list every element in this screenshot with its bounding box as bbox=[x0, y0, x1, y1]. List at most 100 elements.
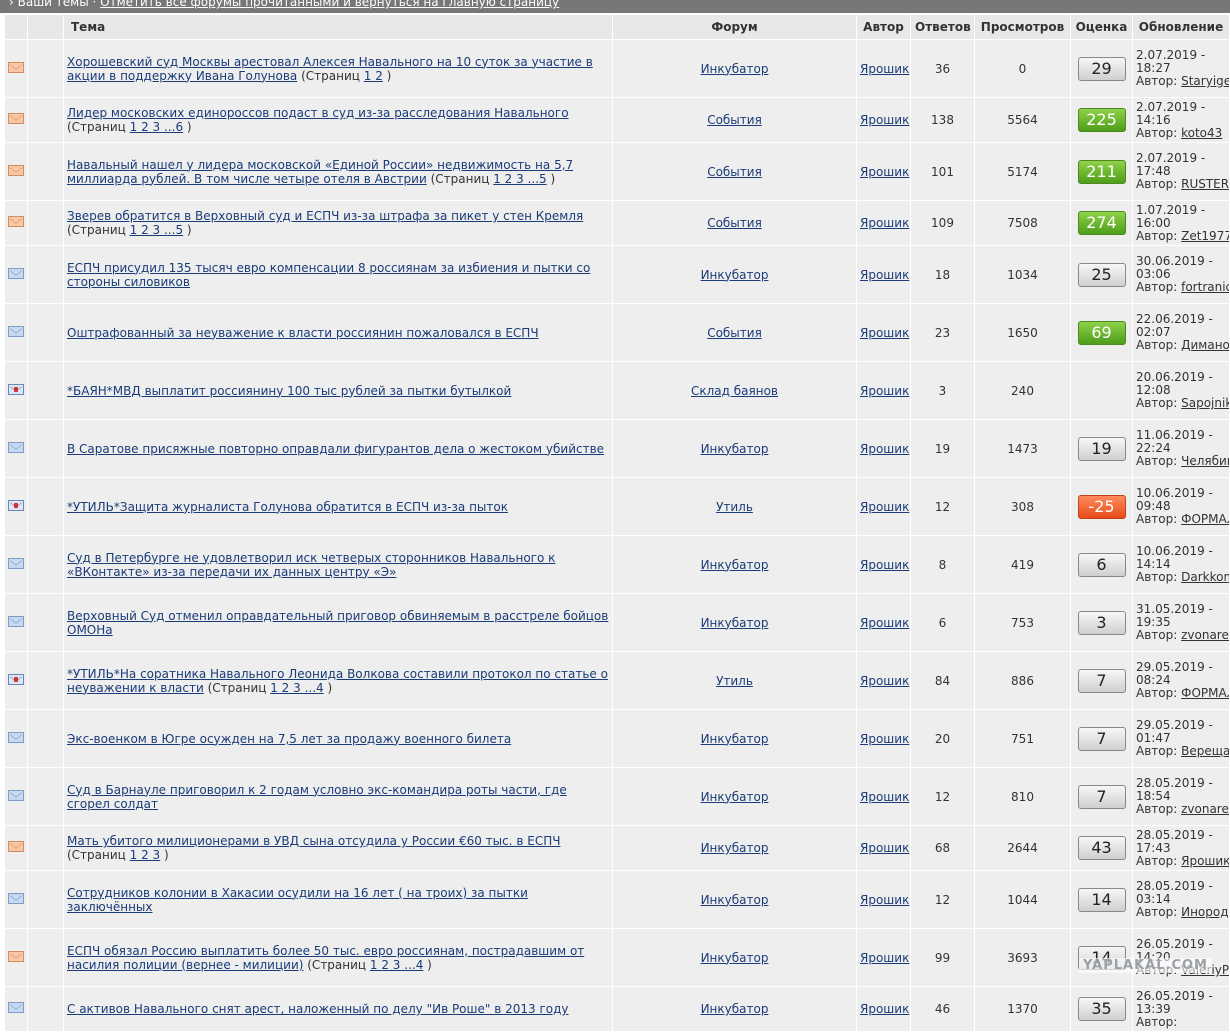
topic-title-link[interactable]: В Саратове присяжные повторно оправдали … bbox=[67, 442, 604, 456]
rating-badge[interactable]: 69 bbox=[1077, 320, 1126, 345]
header-author[interactable]: Автор bbox=[857, 15, 910, 39]
author-link[interactable]: Ярошик bbox=[860, 165, 909, 179]
author-link[interactable]: Ярошик bbox=[860, 790, 909, 804]
author-link[interactable]: Ярошик bbox=[860, 558, 909, 572]
topic-title-link[interactable]: Оштрафованный за неуважение к власти рос… bbox=[67, 326, 539, 340]
header-views[interactable]: Просмотров bbox=[975, 15, 1070, 39]
last-post-author-link[interactable]: Диманофф bbox=[1181, 338, 1229, 352]
forum-link[interactable]: События bbox=[707, 113, 762, 127]
author-link[interactable]: Ярошик bbox=[860, 732, 909, 746]
author-link[interactable]: Ярошик bbox=[860, 616, 909, 630]
forum-link[interactable]: Инкубатор bbox=[701, 442, 769, 456]
closed-topic-icon bbox=[8, 673, 24, 685]
rating-badge[interactable]: -25 bbox=[1077, 494, 1126, 519]
mark-all-read-link[interactable]: Отметить все форумы прочитанными и верну… bbox=[100, 0, 559, 9]
last-post-author-link[interactable]: koto43 bbox=[1181, 126, 1222, 140]
topic-title-link[interactable]: ЕСПЧ присудил 135 тысяч евро компенсации… bbox=[67, 261, 590, 289]
topic-title-link[interactable]: С активов Навального снят арест, наложен… bbox=[67, 1002, 569, 1016]
topic-pages-link[interactable]: 1 2 3 ...4 bbox=[370, 958, 423, 972]
topic-title-link[interactable]: *УТИЛЬ*На соратника Навального Леонида В… bbox=[67, 667, 608, 695]
forum-link[interactable]: Инкубатор bbox=[701, 893, 769, 907]
topic-title-link[interactable]: Суд в Барнауле приговорил к 2 годам усло… bbox=[67, 783, 567, 811]
author-link[interactable]: Ярошик bbox=[860, 951, 909, 965]
rating-badge[interactable]: 14 bbox=[1077, 887, 1126, 912]
forum-link[interactable]: События bbox=[707, 165, 762, 179]
topic-title-link[interactable]: *УТИЛЬ*Защита журналиста Голунова обрати… bbox=[67, 500, 508, 514]
forum-link[interactable]: Инкубатор bbox=[701, 62, 769, 76]
forum-link[interactable]: Инкубатор bbox=[701, 951, 769, 965]
author-link[interactable]: Ярошик bbox=[860, 216, 909, 230]
topic-pages-link[interactable]: 1 2 3 ...5 bbox=[493, 172, 546, 186]
topic-pages-link[interactable]: 1 2 3 bbox=[130, 848, 161, 862]
header-forum[interactable]: Форум bbox=[613, 15, 856, 39]
forum-link[interactable]: События bbox=[707, 216, 762, 230]
header-update[interactable]: Обновление bbox=[1133, 15, 1229, 39]
forum-link[interactable]: Инкубатор bbox=[701, 841, 769, 855]
last-post-author-link[interactable]: zvonarev bbox=[1181, 802, 1229, 816]
topic-pages-link[interactable]: 1 2 3 ...4 bbox=[270, 681, 323, 695]
rating-badge[interactable]: 19 bbox=[1077, 436, 1126, 461]
author-link[interactable]: Ярошик bbox=[860, 62, 909, 76]
last-post-author-link[interactable]: RUSTER21 bbox=[1181, 177, 1229, 191]
forum-link[interactable]: Инкубатор bbox=[701, 790, 769, 804]
last-post-author-link[interactable]: zvonarev bbox=[1181, 628, 1229, 642]
header-rating[interactable]: Оценка bbox=[1071, 15, 1132, 39]
last-post-author-link[interactable]: Darkkom bbox=[1181, 570, 1229, 584]
last-post-author-link[interactable]: ФОРМАЛИН bbox=[1181, 512, 1229, 526]
rating-badge[interactable]: 6 bbox=[1077, 552, 1126, 577]
forum-link[interactable]: Инкубатор bbox=[701, 268, 769, 282]
topic-title-link[interactable]: Верховный Суд отменил оправдательный при… bbox=[67, 609, 608, 637]
topic-author-cell: Ярошик bbox=[857, 304, 910, 361]
forum-link[interactable]: Инкубатор bbox=[701, 1002, 769, 1016]
forum-link[interactable]: Склад баянов bbox=[691, 384, 778, 398]
forum-link[interactable]: Утиль bbox=[716, 674, 753, 688]
author-link[interactable]: Ярошик bbox=[860, 442, 909, 456]
last-post-author-link[interactable]: Sapojnik bbox=[1181, 396, 1229, 410]
author-link[interactable]: Ярошик bbox=[860, 500, 909, 514]
last-post-author-link[interactable]: Staryigeolog bbox=[1181, 74, 1229, 88]
topic-pages-link[interactable]: 1 2 3 ...5 bbox=[130, 223, 183, 237]
topic-pages-link[interactable]: 1 2 bbox=[364, 69, 383, 83]
author-link[interactable]: Ярошик bbox=[860, 113, 909, 127]
forum-link[interactable]: Инкубатор bbox=[701, 558, 769, 572]
last-post-author-link[interactable]: Zet1977 bbox=[1181, 229, 1229, 243]
last-post-author-link[interactable]: Челябинец67 bbox=[1181, 454, 1229, 468]
topic-title-link[interactable]: Сотрудников колонии в Хакасии осудили на… bbox=[67, 886, 528, 914]
rating-badge[interactable]: 225 bbox=[1077, 108, 1126, 132]
topic-title-link[interactable]: Зверев обратится в Верховный суд и ЕСПЧ … bbox=[67, 209, 583, 223]
rating-badge[interactable]: 211 bbox=[1077, 159, 1126, 184]
topic-title-link[interactable]: Экс-военком в Югре осужден на 7,5 лет за… bbox=[67, 732, 511, 746]
rating-badge[interactable]: 7 bbox=[1077, 668, 1126, 693]
header-title[interactable]: Тема bbox=[64, 15, 612, 39]
last-post-author-link[interactable]: Верещагин bbox=[1181, 744, 1229, 758]
author-link[interactable]: Ярошик bbox=[860, 268, 909, 282]
rating-badge[interactable]: 274 bbox=[1077, 211, 1126, 235]
rating-badge[interactable]: 25 bbox=[1077, 262, 1126, 287]
topic-pages-link[interactable]: 1 2 3 ...6 bbox=[130, 120, 183, 134]
forum-link[interactable]: Инкубатор bbox=[701, 616, 769, 630]
rating-badge[interactable]: 7 bbox=[1077, 726, 1126, 751]
forum-link[interactable]: Утиль bbox=[716, 500, 753, 514]
author-link[interactable]: Ярошик bbox=[860, 893, 909, 907]
rating-badge[interactable]: 35 bbox=[1077, 997, 1126, 1021]
forum-link[interactable]: События bbox=[707, 326, 762, 340]
rating-badge[interactable]: 29 bbox=[1077, 56, 1126, 81]
author-link[interactable]: Ярошик bbox=[860, 674, 909, 688]
header-replies[interactable]: Ответов bbox=[911, 15, 974, 39]
topic-title-link[interactable]: Мать убитого милиционерами в УВД сына от… bbox=[67, 834, 560, 848]
topic-title-link[interactable]: Лидер московских единороссов подаст в су… bbox=[67, 106, 569, 120]
topic-title-link[interactable]: *БАЯН*МВД выплатит россиянину 100 тыс ру… bbox=[67, 384, 511, 398]
topic-title-link[interactable]: Суд в Петербурге не удовлетворил иск чет… bbox=[67, 551, 555, 579]
rating-badge[interactable]: 7 bbox=[1077, 784, 1126, 809]
last-post-author-link[interactable]: Инородец bbox=[1181, 905, 1229, 919]
last-post-author-link[interactable]: fortranic bbox=[1181, 280, 1229, 294]
author-link[interactable]: Ярошик bbox=[860, 326, 909, 340]
author-link[interactable]: Ярошик bbox=[860, 841, 909, 855]
last-post-author-link[interactable]: Ярошик bbox=[1181, 854, 1229, 868]
forum-link[interactable]: Инкубатор bbox=[701, 732, 769, 746]
author-link[interactable]: Ярошик bbox=[860, 1002, 909, 1016]
author-link[interactable]: Ярошик bbox=[860, 384, 909, 398]
rating-badge[interactable]: 3 bbox=[1077, 610, 1126, 635]
last-post-author-link[interactable]: ФОРМАЛИН bbox=[1181, 686, 1229, 700]
rating-badge[interactable]: 43 bbox=[1077, 836, 1126, 860]
